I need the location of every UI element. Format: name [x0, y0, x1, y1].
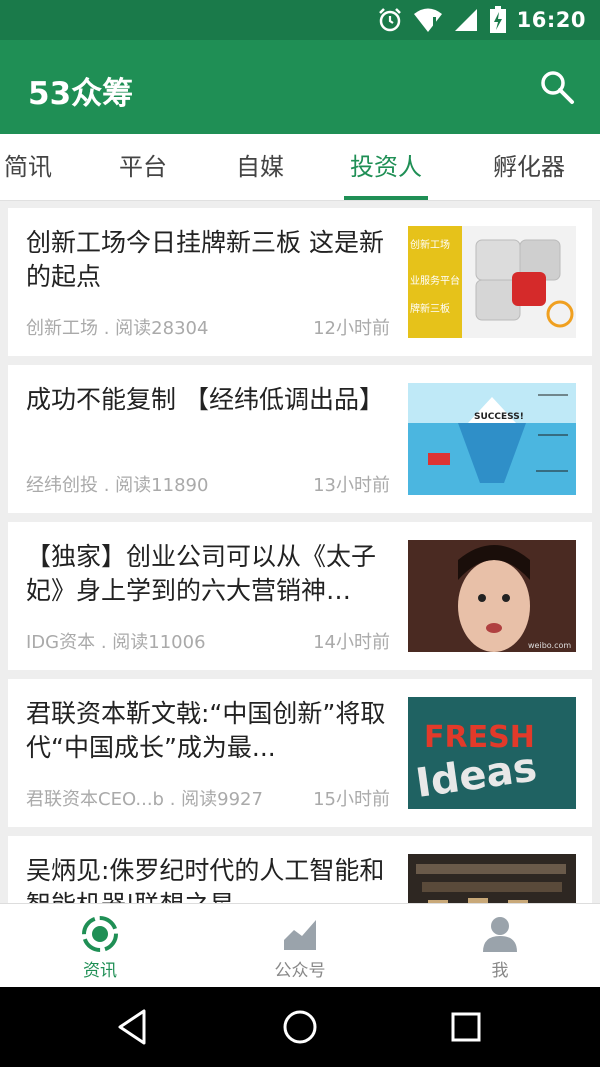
system-navigation-bar: [0, 987, 600, 1067]
tab-platform[interactable]: 平台: [110, 134, 176, 200]
article-title: 创新工场今日挂牌新三板 这是新的起点: [26, 228, 384, 291]
bottom-navigation: 资讯 公众号 我: [0, 903, 600, 988]
article-title: 【独家】创业公司可以从《太子妃》身上学到的六大营销神…: [26, 542, 377, 605]
tab-incubator[interactable]: 孵化器: [486, 134, 572, 200]
article-source: 经纬创投 . 阅读11890: [26, 475, 209, 496]
article-title: 君联资本靳文戟:“中国创新”将取代“中国成长”成为最...: [26, 699, 386, 762]
article-card[interactable]: 创新工场今日挂牌新三板 这是新的起点 创新工场 . 阅读28304 12小时前 …: [8, 208, 592, 356]
article-time: 13小时前: [313, 475, 390, 496]
tab-brief[interactable]: 简讯: [0, 134, 56, 200]
article-thumbnail: FRESH Ideas: [408, 697, 576, 809]
tab-investor[interactable]: 投资人: [344, 134, 428, 200]
article-time: 15小时前: [313, 789, 390, 810]
app-title: 53众筹: [28, 76, 134, 112]
battery-charging-icon: [489, 6, 506, 33]
nav-label: 资讯: [83, 961, 117, 981]
thumbnail-caption: weibo.com: [528, 641, 571, 650]
tab-self-media[interactable]: 自媒: [226, 134, 294, 200]
nav-label: 我: [491, 961, 509, 981]
status-bar: 16:20: [0, 0, 600, 40]
search-icon[interactable]: [538, 68, 576, 106]
svg-text:牌新三板: 牌新三板: [410, 302, 450, 315]
person-icon: [483, 917, 517, 952]
wifi-icon: [413, 8, 442, 32]
article-list[interactable]: 创新工场今日挂牌新三板 这是新的起点 创新工场 . 阅读28304 12小时前 …: [0, 200, 600, 903]
home-icon[interactable]: [280, 1007, 320, 1047]
article-source: IDG资本 . 阅读11006: [26, 632, 206, 653]
status-time: 16:20: [516, 8, 586, 32]
article-time: 14小时前: [313, 632, 390, 653]
article-time: 12小时前: [313, 318, 390, 339]
app-bar: 53众筹: [0, 40, 600, 134]
signal-icon: [454, 9, 477, 31]
chart-icon: [284, 920, 316, 950]
article-card[interactable]: 成功不能复制 【经纬低调出品】 经纬创投 . 阅读11890 13小时前 SUC…: [8, 365, 592, 513]
article-card[interactable]: 吴炳见:侏罗纪时代的人工智能和智能机器|联想之星: [8, 836, 592, 903]
recents-icon[interactable]: [446, 1007, 486, 1047]
svg-text:业服务平台: 业服务平台: [410, 274, 460, 287]
alarm-icon: [378, 8, 401, 32]
article-thumbnail: 创新工场 业服务平台 牌新三板: [408, 226, 576, 338]
back-icon[interactable]: [114, 1007, 154, 1047]
svg-text:创新工场: 创新工场: [410, 238, 450, 251]
article-card[interactable]: 【独家】创业公司可以从《太子妃》身上学到的六大营销神… IDG资本 . 阅读11…: [8, 522, 592, 670]
news-icon: [82, 916, 118, 952]
article-thumbnail: [408, 854, 576, 903]
article-title: 吴炳见:侏罗纪时代的人工智能和智能机器|联想之星: [26, 856, 385, 903]
article-thumbnail: weibo.com: [408, 540, 576, 652]
category-tabs: 简讯 平台 自媒 投资人 孵化器: [0, 134, 600, 201]
article-source: 创新工场 . 阅读28304: [26, 318, 209, 339]
article-source: 君联资本CEO...b . 阅读9927: [26, 789, 263, 810]
nav-item-public-accounts[interactable]: 公众号: [200, 904, 400, 988]
nav-label: 公众号: [274, 961, 326, 981]
thumbnail-caption: SUCCESS!: [474, 412, 524, 422]
article-card[interactable]: 君联资本靳文戟:“中国创新”将取代“中国成长”成为最... 君联资本CEO...…: [8, 679, 592, 827]
article-title: 成功不能复制 【经纬低调出品】: [26, 385, 384, 414]
nav-item-me[interactable]: 我: [400, 904, 600, 988]
nav-item-news[interactable]: 资讯: [0, 904, 200, 988]
article-thumbnail: SUCCESS!: [408, 383, 576, 495]
